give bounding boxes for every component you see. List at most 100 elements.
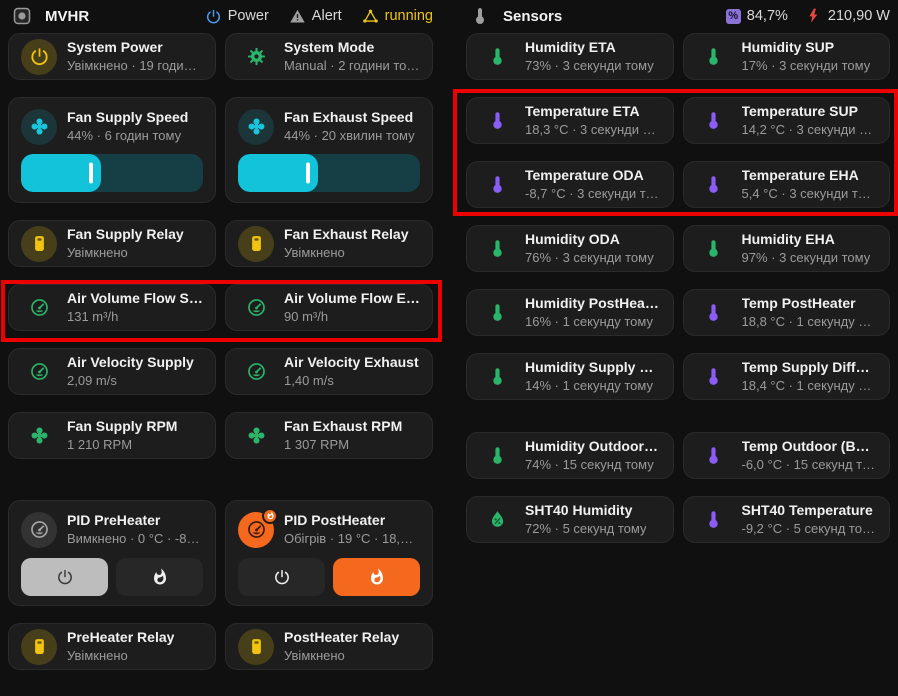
card-state: 18,8 °C · 1 секунду тому	[742, 313, 878, 331]
postheater-off-button[interactable]	[238, 558, 325, 596]
preheater-heat-button[interactable]	[116, 558, 203, 596]
header-stat-power-total[interactable]: 210,90 W	[806, 8, 890, 24]
card-fan-exhaust-rpm[interactable]: Fan Exhaust RPM1 307 RPM	[225, 412, 433, 459]
card-postheater-relay[interactable]: PostHeater RelayУвімкнено	[225, 623, 433, 670]
card-title: Humidity ODA	[525, 230, 654, 249]
slider-handle[interactable]	[89, 163, 93, 184]
card-state: 97% · 3 секунди тому	[742, 249, 871, 267]
card-title: Humidity Outdoor (B…	[525, 437, 661, 456]
card-air-velocity-supply[interactable]: Air Velocity Supply2,09 m/s	[8, 348, 216, 395]
card-system-mode[interactable]: System ModeManual · 2 години тому	[225, 33, 433, 80]
card-fan-supply-rpm[interactable]: Fan Supply RPM1 210 RPM	[8, 412, 216, 459]
card-state: 14,2 °C · 3 секунди тому	[742, 121, 878, 139]
card-sht40-humidity[interactable]: SHT40 Humidity72% · 5 секунд тому	[466, 496, 674, 543]
postheater-heat-button[interactable]	[333, 558, 420, 596]
power-icon	[56, 568, 74, 586]
header-stat-humidity-total[interactable]: %84,7%	[726, 8, 788, 24]
card-fan-supply-relay[interactable]: Fan Supply RelayУвімкнено	[8, 220, 216, 267]
card-row: Fan Supply Speed44% · 6 годин томуFan Ex…	[8, 97, 433, 203]
card-temperature-oda[interactable]: Temperature ODA-8,7 °C · 3 секунди тому	[466, 161, 674, 208]
fan-icon	[21, 109, 57, 145]
card-row: PreHeater RelayУвімкненоPostHeater Relay…	[8, 623, 433, 670]
card-state: 17% · 3 секунди тому	[742, 57, 871, 75]
card-temperature-eta[interactable]: Temperature ETA18,3 °C · 3 секунди тому	[466, 97, 674, 144]
card-state: 44% · 20 хвилин тому	[284, 127, 420, 145]
sensors-panel-title: Sensors	[503, 8, 562, 25]
card-state: 5,4 °C · 3 секунди тому	[742, 185, 878, 203]
card-fan-exhaust-relay[interactable]: Fan Exhaust RelayУвімкнено	[225, 220, 433, 267]
card-temp-postheater[interactable]: Temp PostHeater18,8 °C · 1 секунду тому	[683, 289, 891, 336]
fan-speed-slider[interactable]	[21, 154, 203, 192]
relay-icon	[238, 629, 274, 665]
chip-label: Power	[228, 8, 269, 24]
card-pid-preheater[interactable]: PID PreHeaterВимкнено · 0 °C · -8,7 °C	[8, 500, 216, 606]
card-pid-postheater[interactable]: PID PostHeaterОбігрів · 19 °C · 18,8 °C	[225, 500, 433, 606]
card-system-power[interactable]: System PowerУвімкнено · 19 годин т…	[8, 33, 216, 80]
card-title: System Mode	[284, 38, 420, 57]
card-temp-supply-diffuser[interactable]: Temp Supply Diffuser18,4 °C · 1 секунду …	[683, 353, 891, 400]
card-title: Air Volume Flow Sup…	[67, 289, 203, 308]
fan-speed-slider[interactable]	[238, 154, 420, 192]
card-row: Fan Supply RPM1 210 RPMFan Exhaust RPM1 …	[8, 412, 433, 459]
card-humidity-outdoor-back[interactable]: Humidity Outdoor (B…74% · 15 секунд тому	[466, 432, 674, 479]
card-title: Humidity Supply Diff…	[525, 358, 661, 377]
thermometer-icon	[696, 438, 732, 474]
mvhr-header: MVHR PowerAlertrunning	[8, 4, 433, 28]
slider-handle[interactable]	[306, 163, 310, 184]
card-state: Увімкнено	[67, 647, 174, 665]
gauge-icon	[238, 290, 274, 326]
card-temperature-sup[interactable]: Temperature SUP14,2 °C · 3 секунди тому	[683, 97, 891, 144]
card-title: Fan Exhaust RPM	[284, 417, 402, 436]
thermometer-icon	[696, 295, 732, 331]
card-row: Air Velocity Supply2,09 m/sAir Velocity …	[8, 348, 433, 395]
thermometer-icon	[479, 231, 515, 267]
card-fan-exhaust-speed[interactable]: Fan Exhaust Speed44% · 20 хвилин тому	[225, 97, 433, 203]
thermometer-icon	[696, 167, 732, 203]
preheater-off-button[interactable]	[21, 558, 108, 596]
card-title: Air Velocity Exhaust	[284, 353, 419, 372]
power-icon	[273, 568, 291, 586]
card-humidity-eta[interactable]: Humidity ETA73% · 3 секунди тому	[466, 33, 674, 80]
card-title: PostHeater Relay	[284, 628, 399, 647]
card-row: Humidity ETA73% · 3 секунди томуHumidity…	[466, 33, 890, 80]
card-state: 16% · 1 секунду тому	[525, 313, 661, 331]
bolt-icon	[806, 8, 822, 24]
flame-icon	[151, 568, 169, 586]
card-title: Air Velocity Supply	[67, 353, 194, 372]
thermometer-icon	[696, 231, 732, 267]
card-title: Temperature ODA	[525, 166, 661, 185]
card-air-velocity-exhaust[interactable]: Air Velocity Exhaust1,40 m/s	[225, 348, 433, 395]
card-temp-outdoor-back[interactable]: Temp Outdoor (Back)-6,0 °C · 15 секунд т…	[683, 432, 891, 479]
card-row: Air Volume Flow Sup…131 m³/hAir Volume F…	[8, 284, 433, 331]
card-humidity-oda[interactable]: Humidity ODA76% · 3 секунди тому	[466, 225, 674, 272]
card-sht40-temperature[interactable]: SHT40 Temperature-9,2 °C · 5 секунд тому	[683, 496, 891, 543]
relay-icon	[238, 226, 274, 262]
card-state: Увімкнено	[284, 647, 399, 665]
water-percent-icon	[479, 502, 515, 538]
thermometer-icon	[479, 167, 515, 203]
thermometer-icon	[479, 103, 515, 139]
power-icon	[205, 8, 222, 25]
card-humidity-supply-diffuser[interactable]: Humidity Supply Diff…14% · 1 секунду том…	[466, 353, 674, 400]
card-state: 2,09 m/s	[67, 372, 194, 390]
card-preheater-relay[interactable]: PreHeater RelayУвімкнено	[8, 623, 216, 670]
card-state: 14% · 1 секунду тому	[525, 377, 661, 395]
card-row: Fan Supply RelayУвімкненоFan Exhaust Rel…	[8, 220, 433, 267]
card-air-volume-flow-exhaust[interactable]: Air Volume Flow Exh…90 m³/h	[225, 284, 433, 331]
chip-label: Alert	[312, 8, 342, 24]
header-chip-running[interactable]: running	[362, 8, 433, 25]
card-state: 76% · 3 секунди тому	[525, 249, 654, 267]
card-temperature-eha[interactable]: Temperature EHA5,4 °C · 3 секунди тому	[683, 161, 891, 208]
header-chip-alert[interactable]: Alert	[289, 8, 342, 25]
header-chip-power[interactable]: Power	[205, 8, 269, 25]
gauge-icon	[21, 290, 57, 326]
sensors-header-stats: %84,7% 210,90 W	[726, 8, 890, 24]
card-fan-supply-speed[interactable]: Fan Supply Speed44% · 6 годин тому	[8, 97, 216, 203]
card-humidity-postheater[interactable]: Humidity PostHeater16% · 1 секунду тому	[466, 289, 674, 336]
card-humidity-eha[interactable]: Humidity EHA97% · 3 секунди тому	[683, 225, 891, 272]
card-state: 44% · 6 годин тому	[67, 127, 203, 145]
card-title: Fan Exhaust Relay	[284, 225, 409, 244]
card-title: Fan Supply RPM	[67, 417, 177, 436]
card-humidity-sup[interactable]: Humidity SUP17% · 3 секунди тому	[683, 33, 891, 80]
card-air-volume-flow-supply[interactable]: Air Volume Flow Sup…131 m³/h	[8, 284, 216, 331]
